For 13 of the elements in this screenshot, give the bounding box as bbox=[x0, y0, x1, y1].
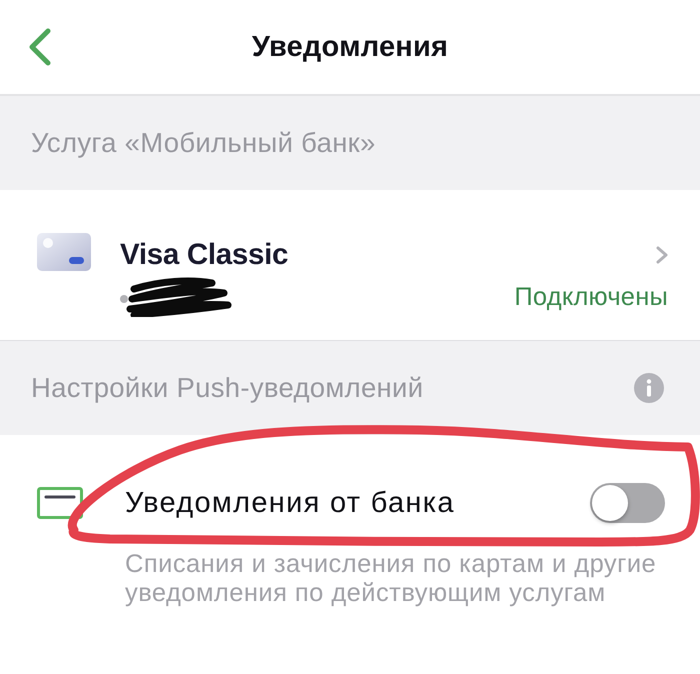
section-heading: Настройки Push-уведомлений bbox=[31, 372, 424, 404]
status-label: Подключены bbox=[514, 282, 668, 313]
info-icon[interactable] bbox=[634, 373, 664, 403]
screen-title: Уведомления bbox=[252, 30, 448, 64]
toggle-switch[interactable] bbox=[590, 483, 665, 523]
section-heading: Услуга «Мобильный банк» bbox=[31, 127, 376, 159]
card-outline-icon bbox=[37, 487, 83, 519]
card-title: Visa Classic bbox=[120, 238, 290, 272]
chevron-icon bbox=[656, 246, 668, 264]
back-icon bbox=[28, 28, 52, 66]
bank-card-icon bbox=[37, 233, 91, 271]
setting-title: Уведомления от банка bbox=[125, 486, 456, 520]
setting-description: Списания и зачисления по картам и другие уведомления по действующим услугам bbox=[125, 550, 658, 608]
